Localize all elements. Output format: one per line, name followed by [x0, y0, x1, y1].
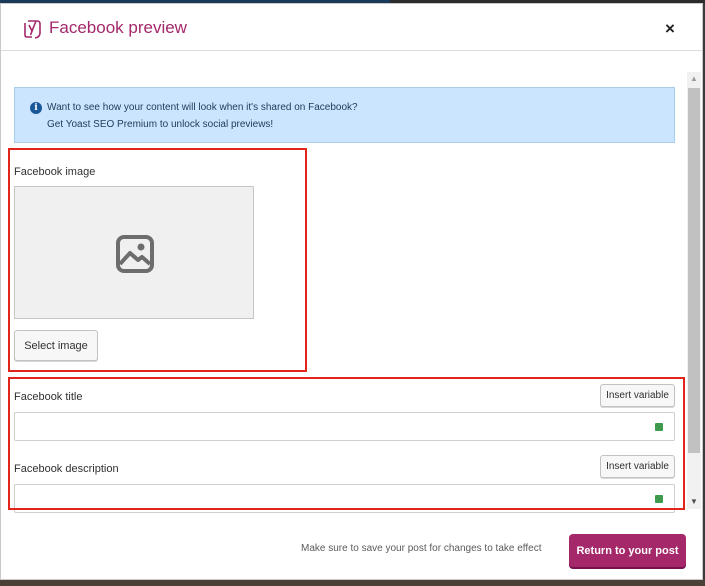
title-status-dot	[655, 423, 663, 431]
background-bottom-strip	[0, 580, 705, 586]
return-to-post-button[interactable]: Return to your post	[569, 534, 686, 567]
scroll-down-arrow-icon[interactable]: ▼	[687, 495, 701, 509]
notice-text: Want to see how your content will look w…	[47, 99, 358, 133]
modal-header: Facebook preview ×	[1, 4, 702, 51]
facebook-description-label: Facebook description	[14, 463, 119, 475]
facebook-description-input[interactable]	[14, 484, 675, 513]
premium-notice: i Want to see how your content will look…	[14, 87, 675, 143]
save-reminder-text: Make sure to save your post for changes …	[301, 543, 542, 554]
facebook-title-input[interactable]	[14, 412, 675, 441]
select-image-button[interactable]: Select image	[14, 330, 98, 361]
description-status-dot	[655, 495, 663, 503]
notice-line-1: Want to see how your content will look w…	[47, 102, 358, 113]
facebook-preview-modal: Facebook preview × i Want to see how you…	[0, 3, 703, 580]
modal-title: Facebook preview	[49, 18, 187, 37]
info-icon: i	[30, 102, 42, 114]
image-icon	[116, 235, 154, 273]
facebook-title-label: Facebook title	[14, 391, 83, 403]
description-insert-variable-button[interactable]: Insert variable	[600, 455, 675, 478]
facebook-image-placeholder[interactable]	[14, 186, 254, 319]
title-insert-variable-button[interactable]: Insert variable	[600, 384, 675, 407]
yoast-logo-icon	[24, 20, 41, 39]
facebook-image-label: Facebook image	[14, 166, 96, 178]
notice-line-2: Get Yoast SEO Premium to unlock social p…	[47, 119, 274, 130]
scroll-up-arrow-icon[interactable]: ▲	[687, 72, 701, 86]
modal-scroll-area[interactable]: i Want to see how your content will look…	[1, 52, 702, 515]
scrollbar-thumb[interactable]	[688, 88, 700, 453]
scrollbar[interactable]: ▲ ▼	[687, 72, 701, 509]
close-button[interactable]: ×	[657, 16, 683, 42]
